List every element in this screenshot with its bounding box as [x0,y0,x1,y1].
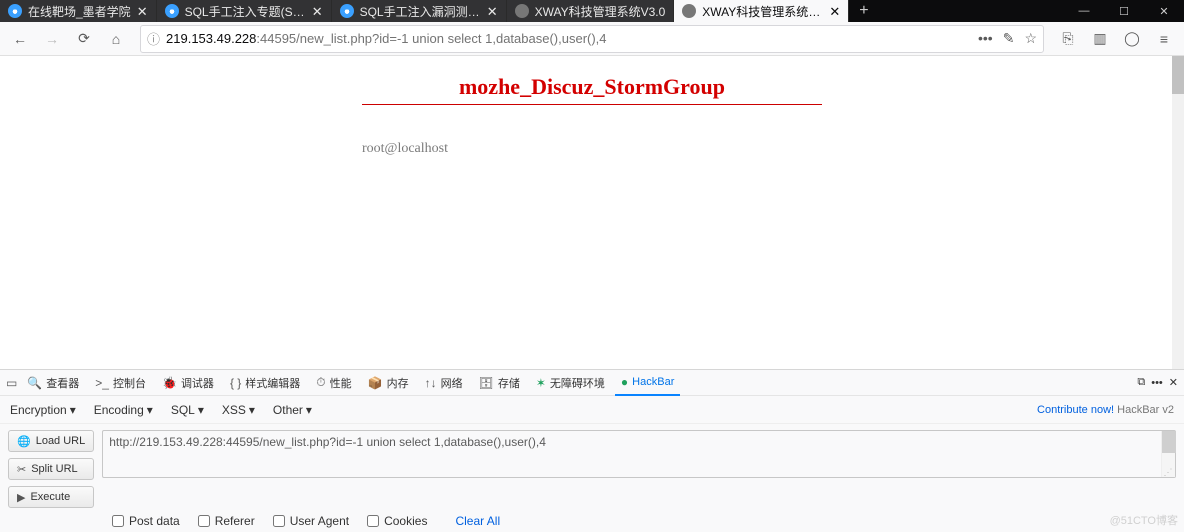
back-button[interactable]: ← [6,25,34,53]
globe-icon: 🌐 [17,435,31,448]
tab-4-favicon [682,4,696,18]
hackbar-main: 🌐Load URL ✂Split URL ▶Execute http://219… [0,424,1184,512]
bookmark-star-icon[interactable]: ☆ [1024,30,1037,47]
hb-menu-sql[interactable]: SQL▾ [171,403,204,417]
devtools-tabs: ▭ 🔍查看器 >_控制台 🐞调试器 { }样式编辑器 ⏱性能 📦内存 ↑↓网络 … [0,370,1184,396]
hb-url-textarea[interactable]: http://219.153.49.228:44595/new_list.php… [102,430,1176,478]
page-title: mozhe_Discuz_StormGroup [459,74,725,99]
tab-4[interactable]: XWAY科技管理系统V3.0 ✕ [674,0,849,22]
hb-menu-encoding[interactable]: Encoding▾ [94,403,153,417]
app-menu-icon[interactable]: ≡ [1150,25,1178,53]
window-controls: — ☐ ✕ [1064,0,1184,22]
page-actions-icon[interactable]: ••• [978,30,993,47]
tab-0[interactable]: 在线靶场_墨者学院 ✕ [0,0,157,22]
tab-3-label: XWAY科技管理系统V3.0 [535,3,666,20]
hb-check-postdata[interactable]: Post data [112,514,180,528]
devtab-inspector[interactable]: 🔍查看器 [21,370,85,396]
watermark: @51CTO博客 [1110,512,1178,528]
hb-menu-xss[interactable]: XSS▾ [222,403,255,417]
page-user-text: root@localhost [362,141,822,157]
scissors-icon: ✂ [17,463,26,476]
devtools-open-window-icon[interactable]: ⧉ [1137,376,1145,389]
reader-mode-icon[interactable]: ✎ [1003,30,1015,47]
tab-0-close-icon[interactable]: ✕ [137,5,148,18]
hb-textarea-resize-grip[interactable]: ⋰ [1161,467,1175,477]
close-window-button[interactable]: ✕ [1144,0,1184,22]
forward-button[interactable]: → [38,25,66,53]
hb-split-url-button[interactable]: ✂Split URL [8,458,94,480]
tab-0-label: 在线靶场_墨者学院 [28,3,131,20]
tab-1-close-icon[interactable]: ✕ [312,5,323,18]
devtab-network[interactable]: ↑↓网络 [419,370,469,396]
toolbar-right: ⎘ ▥ ◯ ≡ [1054,25,1178,53]
devtab-accessibility[interactable]: ✶无障碍环境 [530,370,611,396]
devtab-console[interactable]: >_控制台 [89,370,152,396]
page-title-wrap: mozhe_Discuz_StormGroup [362,74,822,105]
tab-2-label: SQL手工注入漏洞测试(MySQL [360,3,481,20]
tab-3[interactable]: XWAY科技管理系统V3.0 [507,0,675,22]
tab-4-close-icon[interactable]: ✕ [829,5,840,18]
minimize-button[interactable]: — [1064,0,1104,22]
tab-4-label: XWAY科技管理系统V3.0 [702,3,823,20]
new-tab-button[interactable]: + [849,2,878,20]
hb-menu-encryption[interactable]: Encryption▾ [10,403,76,417]
hb-check-useragent[interactable]: User Agent [273,514,349,528]
hb-check-referer[interactable]: Referer [198,514,255,528]
hb-brand: HackBar v2 [1117,404,1174,416]
hb-check-cookies[interactable]: Cookies [367,514,427,528]
tab-2-close-icon[interactable]: ✕ [487,5,498,18]
hb-execute-button[interactable]: ▶Execute [8,486,94,508]
url-actions: ••• ✎ ☆ [978,30,1037,47]
account-icon[interactable]: ◯ [1118,25,1146,53]
reload-button[interactable]: ⟳ [70,25,98,53]
devtools-panel: ▭ 🔍查看器 >_控制台 🐞调试器 { }样式编辑器 ⏱性能 📦内存 ↑↓网络 … [0,369,1184,532]
devtab-performance[interactable]: ⏱性能 [310,370,357,396]
url-box[interactable]: ⓘ 219.153.49.228:44595/new_list.php?id=-… [140,25,1044,53]
hb-clear-all-link[interactable]: Clear All [455,514,500,528]
hb-contribute-link[interactable]: Contribute now! [1037,404,1114,416]
tab-1-favicon [165,4,179,18]
content-scrollbar[interactable] [1172,56,1184,369]
home-button[interactable]: ⌂ [102,25,130,53]
maximize-button[interactable]: ☐ [1104,0,1144,22]
hackbar-options-row: Post data Referer User Agent Cookies Cle… [0,512,1184,532]
sidebar-toggle-icon[interactable]: ▥ [1086,25,1114,53]
browser-tabs-bar: 在线靶场_墨者学院 ✕ SQL手工注入专题(SQL Injecti ✕ SQL手… [0,0,1184,22]
library-icon[interactable]: ⎘ [1054,25,1082,53]
devtab-debugger[interactable]: 🐞调试器 [156,370,220,396]
devtools-more-icon[interactable]: ••• [1151,377,1163,389]
tab-2-favicon [340,4,354,18]
hb-load-url-button[interactable]: 🌐Load URL [8,430,94,452]
tab-1[interactable]: SQL手工注入专题(SQL Injecti ✕ [157,0,332,22]
url-text: 219.153.49.228:44595/new_list.php?id=-1 … [166,31,607,46]
tab-0-favicon [8,4,22,18]
site-info-icon[interactable]: ⓘ [147,29,160,48]
tab-3-favicon [515,4,529,18]
hackbar-menus: Encryption▾ Encoding▾ SQL▾ XSS▾ Other▾ C… [0,396,1184,424]
devtools-dock-icon[interactable]: ▭ [6,376,17,390]
devtab-storage[interactable]: 🗄存储 [473,370,526,396]
tab-1-label: SQL手工注入专题(SQL Injecti [185,3,306,20]
page-content: mozhe_Discuz_StormGroup root@localhost [0,56,1184,369]
devtab-hackbar[interactable]: ●HackBar [615,370,680,396]
address-bar: ← → ⟳ ⌂ ⓘ 219.153.49.228:44595/new_list.… [0,22,1184,56]
devtab-style-editor[interactable]: { }样式编辑器 [224,370,306,396]
play-icon: ▶ [17,491,25,504]
devtab-memory[interactable]: 📦内存 [362,370,415,396]
hb-menu-other[interactable]: Other▾ [273,403,312,417]
tab-2[interactable]: SQL手工注入漏洞测试(MySQL ✕ [332,0,507,22]
devtools-close-icon[interactable]: ✕ [1169,376,1178,389]
